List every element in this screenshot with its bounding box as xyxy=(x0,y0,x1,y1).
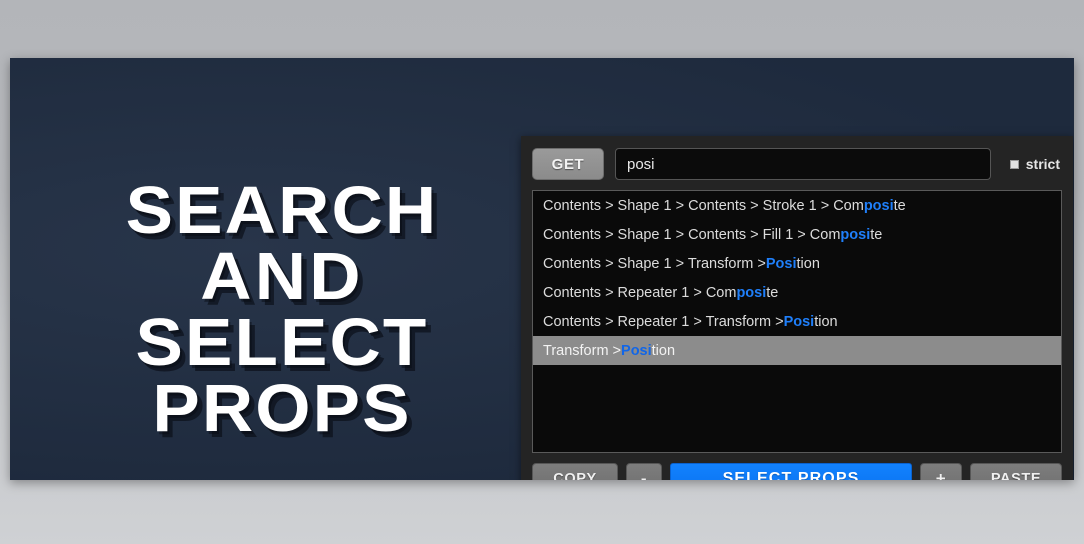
title-line-2: AND xyxy=(200,239,364,314)
result-row-prefix: Contents > Repeater 1 > Transform > xyxy=(543,313,784,330)
result-row-match: posi xyxy=(863,197,894,214)
result-row-suffix: te xyxy=(893,197,906,214)
select-props-button[interactable]: SELECT PROPS xyxy=(670,463,912,480)
result-row[interactable]: Transform > Posi tion xyxy=(533,336,1061,365)
result-row-suffix: te xyxy=(870,226,883,243)
result-row-match: posi xyxy=(840,226,871,243)
title-line-1: SEARCH xyxy=(125,173,439,248)
result-row-suffix: tion xyxy=(651,342,676,359)
checkbox-icon[interactable] xyxy=(1009,159,1019,169)
result-row[interactable]: Contents > Shape 1 > Contents > Stroke 1… xyxy=(533,191,1061,220)
result-row[interactable]: Contents > Shape 1 > Contents > Fill 1 >… xyxy=(533,220,1061,249)
result-row[interactable]: Contents > Repeater 1 > Com posi te xyxy=(533,278,1061,307)
title-line-3: SELECT xyxy=(135,305,429,380)
result-row-match: posi xyxy=(736,284,767,301)
strict-checkbox[interactable]: strict xyxy=(1009,156,1060,172)
plugin-panel: GET posi strict Contents > Shape 1 > Con… xyxy=(521,136,1073,480)
increment-button[interactable]: + xyxy=(920,463,962,480)
result-row-prefix: Contents > Repeater 1 > Com xyxy=(543,284,737,301)
result-row-prefix: Transform > xyxy=(543,342,622,359)
get-button[interactable]: GET xyxy=(532,148,604,180)
result-row[interactable]: Contents > Shape 1 > Transform > Posi tio… xyxy=(533,249,1061,278)
result-row-match: Posi xyxy=(765,255,797,272)
title-line-4: PROPS xyxy=(152,371,412,446)
result-row-prefix: Contents > Shape 1 > Transform > xyxy=(543,255,766,272)
paste-button[interactable]: PASTE xyxy=(970,463,1062,480)
hero-banner: SEARCH AND SELECT PROPS GET posi strict … xyxy=(10,58,1074,480)
strict-label: strict xyxy=(1025,156,1060,172)
result-row-match: Posi xyxy=(783,313,815,330)
action-button-row: COPY - SELECT PROPS + PASTE xyxy=(532,463,1062,480)
decrement-button[interactable]: - xyxy=(626,463,662,480)
result-row-match: Posi xyxy=(621,342,652,359)
copy-button[interactable]: COPY xyxy=(532,463,618,480)
search-input[interactable]: posi xyxy=(615,148,991,180)
result-row-suffix: tion xyxy=(814,313,838,330)
result-row-prefix: Contents > Shape 1 > Contents > Stroke 1… xyxy=(543,197,864,214)
result-row-prefix: Contents > Shape 1 > Contents > Fill 1 >… xyxy=(543,226,841,243)
result-row-suffix: te xyxy=(766,284,779,301)
results-list[interactable]: Contents > Shape 1 > Contents > Stroke 1… xyxy=(532,190,1062,453)
result-row-suffix: tion xyxy=(796,255,820,272)
result-row[interactable]: Contents > Repeater 1 > Transform > Posi… xyxy=(533,307,1061,336)
page-title: SEARCH AND SELECT PROPS xyxy=(70,173,494,446)
panel-toolbar: GET posi strict xyxy=(532,147,1062,181)
